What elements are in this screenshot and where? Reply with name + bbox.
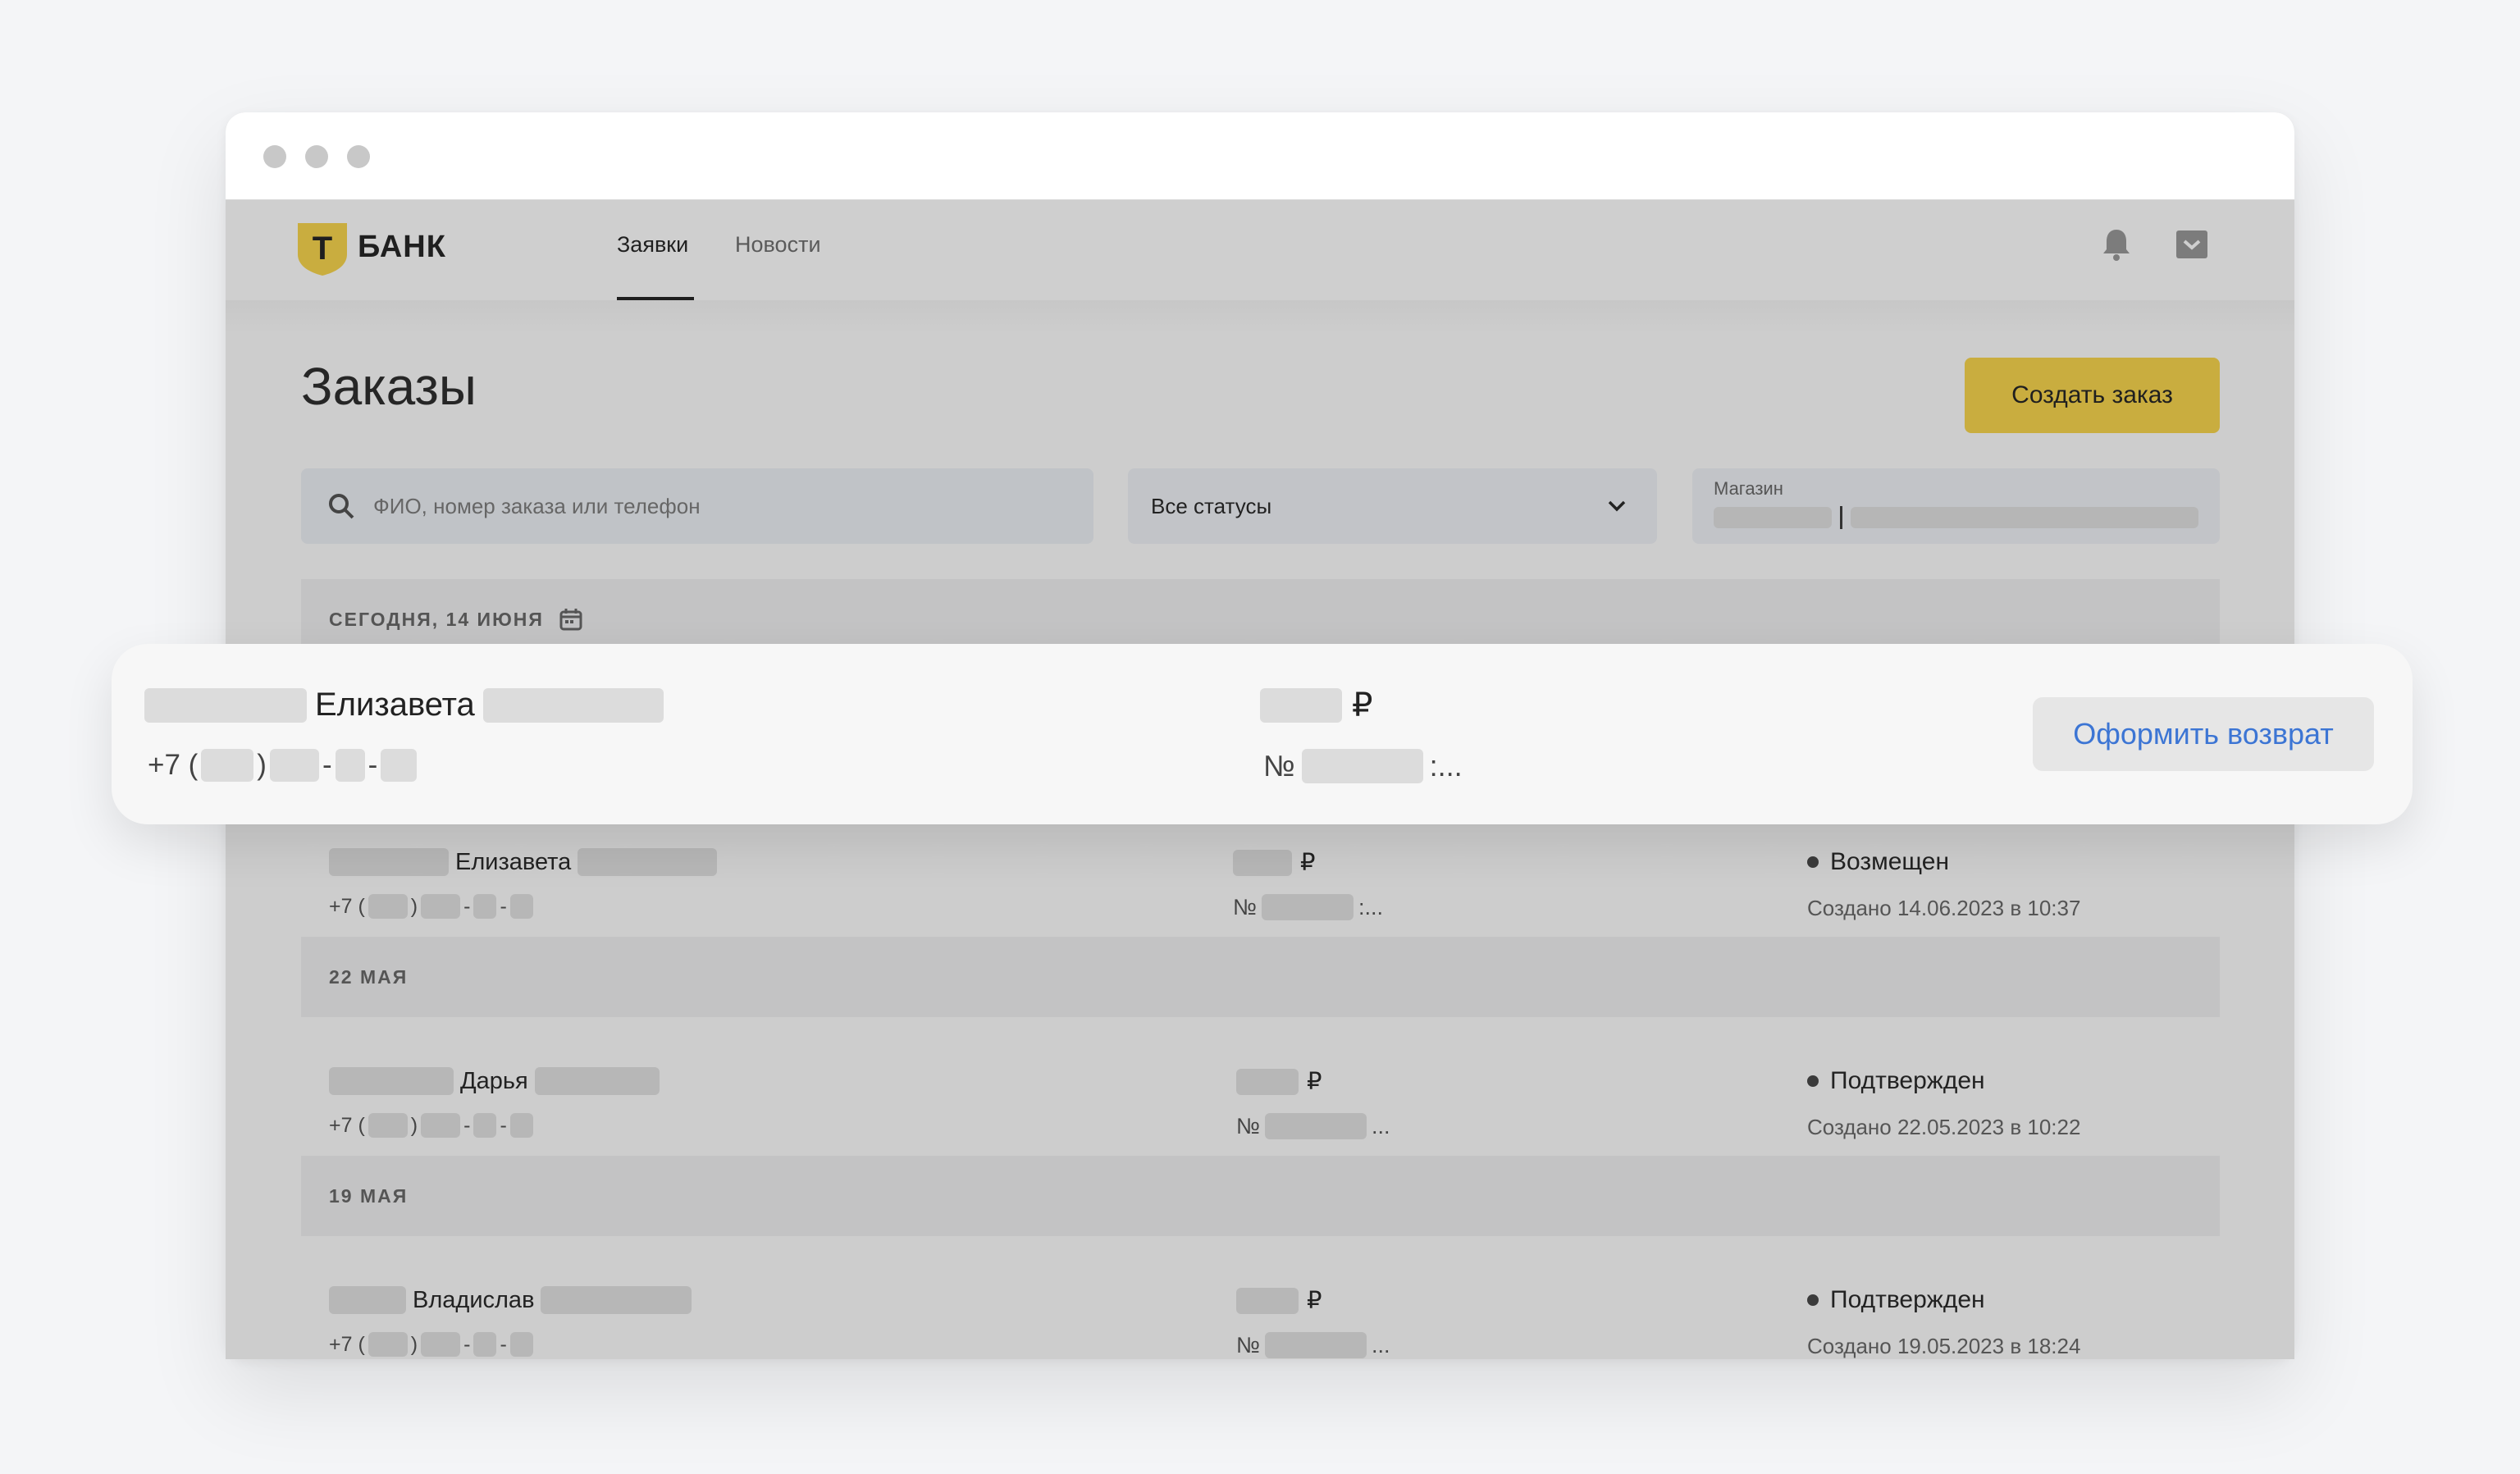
- order-row[interactable]: Елизавета +7 ( ) - - ₽ № :... Возмещен С…: [301, 830, 2220, 953]
- create-order-button[interactable]: Создать заказ: [1965, 358, 2220, 433]
- date-group-label: 19 МАЯ: [329, 1184, 409, 1207]
- status-dot: [1807, 1075, 1819, 1087]
- order-amount: ₽: [1236, 1067, 1322, 1096]
- search-field[interactable]: [301, 468, 1093, 544]
- store-value-blurred: [1714, 506, 2198, 529]
- order-number: № :...: [1233, 894, 1383, 920]
- order-status: Подтвержден: [1807, 1286, 1985, 1314]
- inbox-icon[interactable]: [2174, 226, 2210, 262]
- customer-name: Владислав: [329, 1286, 692, 1314]
- order-number: № ...: [1236, 1113, 1390, 1139]
- svg-text:Т: Т: [313, 230, 332, 267]
- store-label: Магазин: [1714, 478, 1783, 499]
- order-status: Подтвержден: [1807, 1067, 1985, 1095]
- bell-icon[interactable]: [2098, 226, 2134, 262]
- logo-text: БАНК: [358, 230, 446, 264]
- customer-name: Елизавета: [144, 687, 664, 723]
- order-amount: ₽: [1260, 687, 1372, 724]
- order-number: № :...: [1263, 749, 1463, 783]
- order-amount: ₽: [1236, 1286, 1322, 1315]
- nav-tab-zayavki[interactable]: Заявки: [617, 232, 688, 258]
- order-amount: ₽: [1233, 848, 1315, 877]
- page-title: Заказы: [301, 357, 477, 416]
- window-chrome: [226, 112, 2294, 200]
- order-created-date: Создано 22.05.2023 в 10:22: [1807, 1115, 2081, 1139]
- order-number: № ...: [1236, 1332, 1390, 1358]
- search-icon: [329, 494, 354, 519]
- customer-name: Елизавета: [329, 848, 718, 876]
- chevron-down-icon: [1608, 500, 1626, 512]
- order-row[interactable]: Дарья +7 ( ) - - ₽ № ... Подтвержден Соз…: [301, 1049, 2220, 1172]
- status-dot: [1807, 856, 1819, 868]
- status-dot: [1807, 1294, 1819, 1306]
- nav-tab-novosti[interactable]: Новости: [735, 232, 821, 258]
- order-created-date: Создано 19.05.2023 в 18:24: [1807, 1334, 2081, 1358]
- calendar-icon[interactable]: [559, 607, 583, 632]
- store-selector[interactable]: Магазин: [1692, 468, 2220, 544]
- customer-phone: +7 ( ) - -: [329, 1113, 533, 1138]
- bank-logo-icon[interactable]: Т: [296, 221, 349, 277]
- refund-button[interactable]: Оформить возврат: [2033, 697, 2374, 771]
- customer-name: Дарья: [329, 1067, 660, 1095]
- window-minimize-dot[interactable]: [305, 145, 328, 168]
- window-maximize-dot[interactable]: [347, 145, 370, 168]
- customer-phone: +7 ( ) - -: [329, 894, 533, 919]
- order-created-date: Создано 14.06.2023 в 10:37: [1807, 896, 2081, 920]
- status-dropdown[interactable]: Все статусы: [1128, 468, 1657, 544]
- customer-phone: +7 ( ) - -: [329, 1332, 533, 1357]
- window-close-dot[interactable]: [263, 145, 286, 168]
- date-group-header: 19 МАЯ: [301, 1156, 2220, 1236]
- customer-phone: +7 ( ) - -: [148, 749, 418, 782]
- search-input[interactable]: [373, 493, 1013, 519]
- app-header: [226, 200, 2294, 300]
- highlighted-order-card[interactable]: Елизавета +7 ( ) - - ₽ № :... Оформить в…: [112, 644, 2413, 824]
- status-dropdown-value: Все статусы: [1151, 493, 1272, 518]
- date-group-label: 22 МАЯ: [329, 965, 409, 988]
- order-status: Возмещен: [1807, 848, 1949, 876]
- date-group-label: СЕГОДНЯ, 14 ИЮНЯ: [329, 608, 544, 630]
- order-row[interactable]: Владислав +7 ( ) - - ₽ № ... Подтвержден…: [301, 1268, 2220, 1358]
- date-group-header: 22 МАЯ: [301, 937, 2220, 1017]
